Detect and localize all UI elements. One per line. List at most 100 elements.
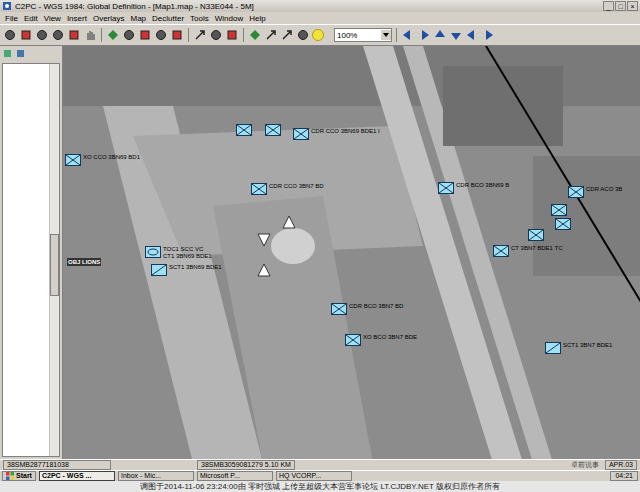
unit-symbol[interactable]: CDR BCO 3BN7 BD — [331, 303, 403, 315]
unit-symbol[interactable]: CDR CCO 3BN7 BD — [251, 183, 324, 195]
taskbar-item[interactable]: Microsoft P... — [197, 471, 273, 481]
unit-symbol[interactable] — [265, 124, 281, 136]
nav-button[interactable] — [481, 28, 495, 42]
circle-icon — [123, 29, 135, 41]
nav-button[interactable] — [465, 28, 479, 42]
toolbar-button[interactable] — [51, 28, 65, 42]
unit-symbol[interactable]: SCT1 3BN7 BDE1 — [545, 342, 612, 354]
toolbar-separator — [243, 28, 244, 42]
square-icon — [20, 29, 32, 41]
sun-icon[interactable] — [312, 29, 324, 41]
toolbar: 100% — [0, 25, 640, 46]
toolbar-button[interactable] — [138, 28, 152, 42]
toolbar-button[interactable] — [264, 28, 278, 42]
taskbar-item[interactable]: C2PC - WGS ... — [39, 471, 115, 481]
watermark: 调图于2014-11-06 23:24:00由 零时强城 上传至超级大本营军事论… — [0, 481, 640, 492]
nav-button[interactable] — [417, 28, 431, 42]
control-point[interactable] — [257, 233, 271, 247]
scrollbar[interactable] — [49, 64, 59, 456]
window-control[interactable]: × — [627, 1, 638, 11]
menu-item[interactable]: View — [41, 14, 64, 23]
arrow-icon — [265, 29, 277, 41]
scroll-thumb[interactable] — [50, 234, 59, 296]
toolbar-button[interactable] — [280, 28, 294, 42]
recon-unit-icon — [545, 342, 561, 354]
menu-item[interactable]: Map — [127, 14, 149, 23]
arrow-up-icon — [434, 29, 446, 41]
unit-symbol[interactable] — [555, 218, 571, 230]
menu-item[interactable]: Help — [246, 14, 268, 23]
cursor-coordinate: 38SMB2877181038 — [3, 460, 111, 470]
toolbar-button[interactable] — [19, 28, 33, 42]
unit-label: CDR CCO 3BN7 BD — [269, 183, 324, 190]
menu-item[interactable]: File — [2, 14, 21, 23]
unit-symbol[interactable]: CDR ACO 3B — [568, 186, 622, 198]
map-canvas[interactable]: OBJ LIONS XO CCO 3BN69 BD1 CDR CCO 3BN69 B… — [63, 46, 640, 459]
toolbar-button[interactable] — [106, 28, 120, 42]
nav-button[interactable] — [401, 28, 415, 42]
control-point[interactable] — [282, 215, 296, 229]
zoom-select[interactable]: 100% — [334, 28, 392, 42]
toolbar-button[interactable] — [67, 28, 81, 42]
toolbar-button[interactable] — [296, 28, 310, 42]
nav-button[interactable] — [449, 28, 463, 42]
unit-symbol[interactable]: XO CCO 3BN69 BD1 — [65, 154, 140, 166]
infantry-unit-icon — [438, 182, 454, 194]
toolbar-button[interactable] — [170, 28, 184, 42]
app-icon — [2, 1, 12, 11]
toolbar-button[interactable] — [209, 28, 223, 42]
unit-symbol[interactable] — [528, 229, 544, 241]
menu-item[interactable]: Tools — [187, 14, 212, 23]
unit-symbol[interactable]: SCT1 3BN69 BDE1 — [151, 264, 222, 276]
window-control[interactable]: _ — [603, 1, 614, 11]
menu-item[interactable]: Overlays — [90, 14, 128, 23]
taskbar-item[interactable]: HQ VCORP... — [276, 471, 352, 481]
wechat-badge: 卓前说事 — [571, 460, 599, 470]
menu-item[interactable]: Window — [212, 14, 246, 23]
zoom-value: 100% — [335, 31, 381, 40]
c2pc-screen: C2PC - WGS 1984: Global Definition - [Ma… — [0, 0, 640, 492]
unit-symbol[interactable]: TOC1 SCC VCCT1 3BN69 BDE1 — [145, 246, 212, 260]
window-control[interactable]: □ — [615, 1, 626, 11]
unit-symbol[interactable] — [236, 124, 252, 136]
unit-label: CDR CCO 3BN69 BDE1 I — [311, 128, 380, 135]
layers-icon — [3, 49, 12, 58]
nav-button[interactable] — [433, 28, 447, 42]
unit-label: CT 3BN7 BDE1 TC — [511, 245, 562, 252]
unit-symbol[interactable]: CDR BCO 3BN69 B — [438, 182, 509, 194]
infantry-unit-icon — [293, 128, 309, 140]
infantry-unit-icon — [555, 218, 571, 230]
overlay-list[interactable] — [2, 63, 60, 457]
unit-symbol[interactable]: CT 3BN7 BDE1 TC — [493, 245, 562, 257]
side-button[interactable] — [15, 48, 26, 59]
toolbar-separator — [188, 28, 189, 42]
start-button[interactable]: Start — [2, 471, 36, 481]
toolbar-button[interactable] — [248, 28, 262, 42]
side-panel — [0, 46, 63, 459]
menu-item[interactable]: Edit — [21, 14, 41, 23]
menu-item[interactable]: Insert — [64, 14, 90, 23]
unit-symbol[interactable]: XO BCO 3BN7 BDE — [345, 334, 417, 346]
toolbar-button[interactable] — [225, 28, 239, 42]
window-title: C2PC - WGS 1984: Global Definition - [Ma… — [15, 2, 600, 11]
objective-label: OBJ LIONS — [67, 258, 101, 266]
triangle-down-icon — [257, 233, 271, 247]
arrow-icon — [281, 29, 293, 41]
workspace: OBJ LIONS XO CCO 3BN69 BD1 CDR CCO 3BN69 B… — [0, 46, 640, 459]
unit-label: SCT1 3BN7 BDE1 — [563, 342, 612, 349]
hand-icon — [84, 29, 96, 41]
toolbar-button[interactable] — [3, 28, 17, 42]
menu-item[interactable]: Declutter — [149, 14, 187, 23]
taskbar-item[interactable]: Inbox - Mic... — [118, 471, 194, 481]
toolbar-button[interactable] — [35, 28, 49, 42]
toolbar-button[interactable] — [154, 28, 168, 42]
toolbar-button[interactable] — [122, 28, 136, 42]
unit-symbol[interactable] — [551, 204, 567, 216]
date-readout: APR.03 — [605, 460, 637, 470]
toolbar-button[interactable] — [83, 28, 97, 42]
side-button[interactable] — [2, 48, 13, 59]
toolbar-button[interactable] — [193, 28, 207, 42]
unit-label: SCT1 3BN69 BDE1 — [169, 264, 222, 271]
control-point[interactable] — [257, 263, 271, 277]
unit-symbol[interactable]: CDR CCO 3BN69 BDE1 I — [293, 128, 380, 140]
